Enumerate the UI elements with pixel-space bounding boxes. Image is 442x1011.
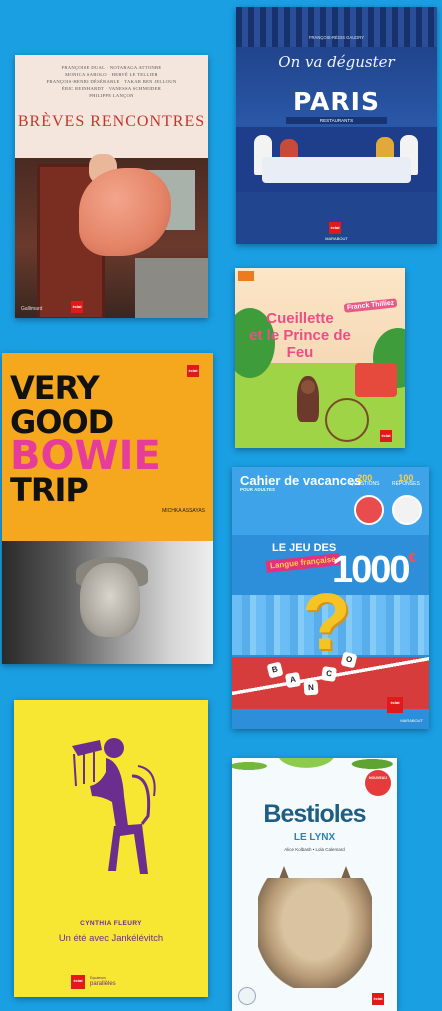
eclat-badge-icon: éclat <box>387 697 403 713</box>
series-title: Cahier de vacances POUR ADULTES <box>240 473 362 492</box>
red-cart <box>355 363 397 397</box>
book-authors: FRANÇOIS-RÉGIS GAUDRY <box>308 35 365 40</box>
book-subtitle: RESTAURANTS <box>286 117 387 124</box>
publisher-label: Gallimard <box>21 306 43 312</box>
book-title: Bestioles <box>263 800 366 828</box>
title-prefix: LE JEU DES <box>272 542 337 554</box>
portrait-face <box>80 563 140 637</box>
book-authors: FRANÇOISE DUAL · NOTARAGA ATTONBE MONICA… <box>46 65 177 98</box>
book-title: Un été avec Jankélévitch <box>58 932 164 943</box>
publisher-label: MARABOUT <box>325 236 348 241</box>
letter-tile: C <box>321 666 337 682</box>
book-authors: Alice Kolbash • Lola Calemard <box>284 847 345 852</box>
eclat-badge-icon: éclat <box>71 301 83 313</box>
book-cover-cueillette[interactable]: Franck Thilliez Cueillette et le Prince … <box>235 268 405 448</box>
disc-icon <box>392 495 422 525</box>
disc-icon <box>354 495 384 525</box>
lynx-illustration <box>258 878 372 988</box>
eclat-badge-icon: éclat <box>187 365 199 377</box>
publisher-logo-icon <box>238 271 254 281</box>
stat-answers: 100 RÉPONSES <box>392 473 420 488</box>
eclat-badge-icon: éclat <box>380 430 392 442</box>
book-author: MICHKA ASSAYAS <box>162 508 205 514</box>
new-sticker-icon: NOUVEAU <box>365 770 391 796</box>
letter-tile: A <box>284 671 302 689</box>
book-grid-page: { "colors": { "background": "#1a9fe3", "… <box>0 0 442 1011</box>
book-cover-bestioles-le-lynx[interactable]: NOUVEAU Bestioles LE LYNX Alice Kolbash … <box>232 758 397 1011</box>
award-seal-icon <box>238 987 256 1005</box>
pianist-silhouette-icon <box>72 738 156 874</box>
publisher-label: Équateurs parallèles <box>90 976 116 987</box>
book-cover-very-good-bowie-trip[interactable]: VERY GOOD BOWIE TRIP MICHKA ASSAYAS écla… <box>2 353 213 664</box>
book-cover-on-va-deguster-paris[interactable]: FRANÇOIS-RÉGIS GAUDRY On va déguster PAR… <box>236 7 437 244</box>
eclat-badge-icon: éclat <box>71 975 85 989</box>
book-subtitle: LE LYNX <box>293 832 336 843</box>
book-title-line1: On va déguster <box>278 53 395 71</box>
banquet-table <box>262 157 411 183</box>
title-badge: Langue française <box>265 553 341 573</box>
woman-dress <box>79 168 171 256</box>
book-cover-cahier-de-vacances[interactable]: Cahier de vacances POUR ADULTES 200 QUEST… <box>232 467 429 729</box>
book-title-line2: PARIS <box>293 87 380 116</box>
cart-wheel <box>325 398 369 442</box>
book-cover-un-ete-avec-jankelevitch[interactable]: CYNTHIA FLEURY Un été avec Jankélévitch … <box>14 700 208 997</box>
question-mark-icon: ? <box>302 577 351 666</box>
eclat-badge-icon: éclat <box>329 222 341 234</box>
letter-tile: N <box>303 680 319 696</box>
glass-roof <box>236 7 437 47</box>
publisher-label: MARABOUT <box>400 718 423 723</box>
book-title: BRÈVES RENCONTRES <box>17 113 206 130</box>
book-title: VERY GOOD BOWIE TRIP <box>10 369 161 509</box>
stat-questions: 200 QUESTIONS <box>350 473 380 488</box>
book-title: Cueillette et le Prince de Feu <box>249 310 351 361</box>
girl-face <box>301 380 315 394</box>
eclat-badge-icon: éclat <box>372 993 384 1005</box>
platform <box>135 258 208 318</box>
cover-photo-train <box>15 154 208 318</box>
book-cover-breves-rencontres[interactable]: FRANÇOISE DUAL · NOTARAGA ATTONBE MONICA… <box>15 55 208 318</box>
book-author: CYNTHIA FLEURY <box>80 920 142 927</box>
